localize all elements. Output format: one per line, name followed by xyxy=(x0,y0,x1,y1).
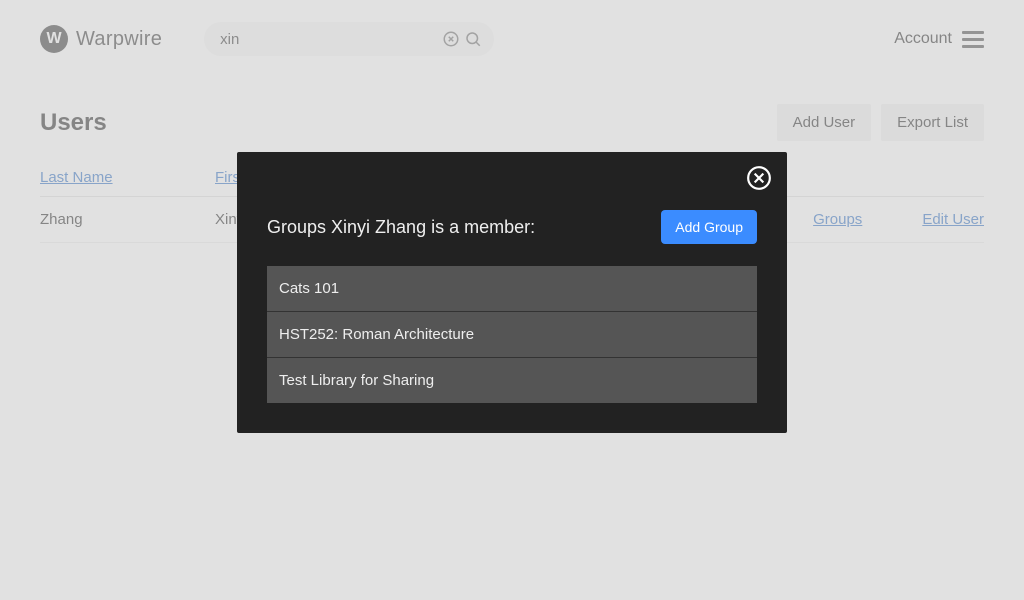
group-item[interactable]: HST252: Roman Architecture xyxy=(267,312,757,358)
modal-overlay[interactable]: Groups Xinyi Zhang is a member: Add Grou… xyxy=(0,0,1024,600)
add-group-button[interactable]: Add Group xyxy=(661,210,757,244)
close-modal-button[interactable] xyxy=(745,164,773,192)
group-item[interactable]: Test Library for Sharing xyxy=(267,358,757,403)
page-root: W Warpwire Account Us xyxy=(0,0,1024,600)
modal-title: Groups Xinyi Zhang is a member: xyxy=(267,217,535,238)
group-item[interactable]: Cats 101 xyxy=(267,266,757,312)
modal-header: Groups Xinyi Zhang is a member: Add Grou… xyxy=(237,166,787,262)
group-list: Cats 101 HST252: Roman Architecture Test… xyxy=(237,262,787,403)
groups-modal: Groups Xinyi Zhang is a member: Add Grou… xyxy=(237,152,787,433)
